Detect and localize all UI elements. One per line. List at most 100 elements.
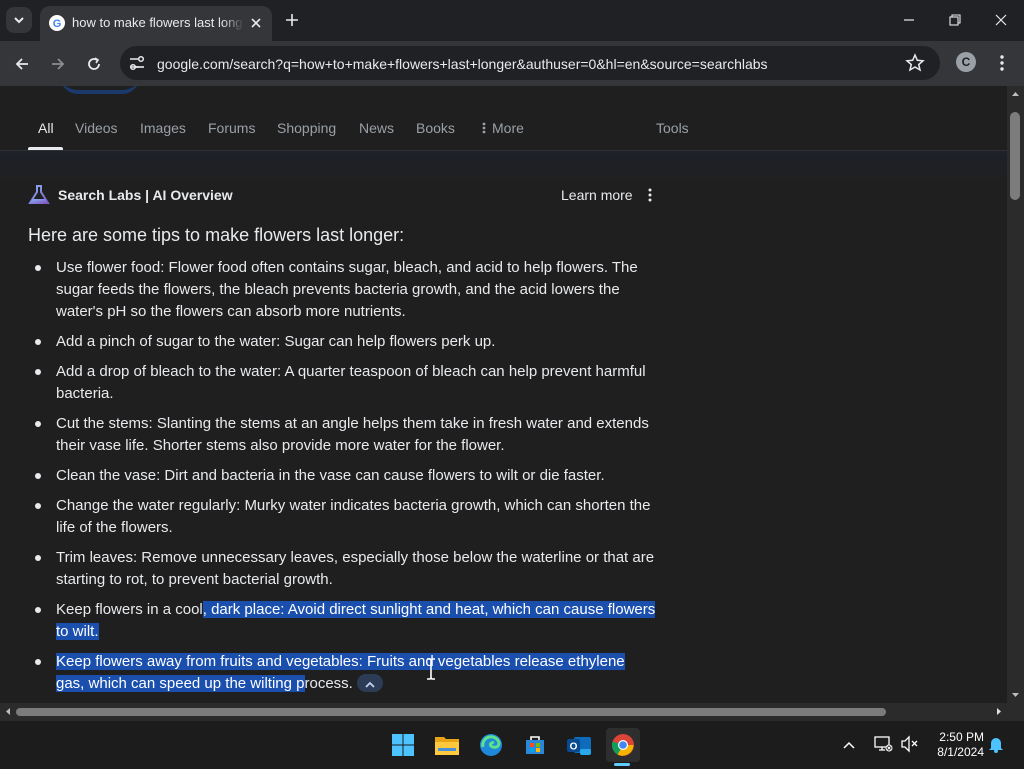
close-icon <box>251 18 261 28</box>
file-explorer-button[interactable] <box>430 728 464 762</box>
tip-item-9: Keep flowers away from fruits and vegeta… <box>35 651 656 695</box>
edge-button[interactable] <box>474 728 508 762</box>
tools-button[interactable]: Tools <box>656 120 689 136</box>
profile-avatar[interactable]: C <box>956 52 976 72</box>
minimize-icon <box>904 19 914 21</box>
chrome-icon <box>611 734 634 756</box>
svg-text:G: G <box>53 18 62 30</box>
learn-more-link[interactable]: Learn more <box>561 187 633 203</box>
notifications-button[interactable] <box>988 735 1006 755</box>
ai-overview-title: Search Labs | AI Overview <box>58 187 233 203</box>
address-bar[interactable]: google.com/search?q=how+to+make+flowers+… <box>120 46 940 80</box>
tip-item-5: Clean the vase: Dirt and bacteria in the… <box>35 465 656 487</box>
tab-news[interactable]: News <box>359 120 394 136</box>
tab-videos[interactable]: Videos <box>75 120 118 136</box>
outlook-button[interactable]: O <box>562 728 596 762</box>
tab-search-button[interactable] <box>6 7 32 33</box>
bullet <box>35 659 41 665</box>
restore-button[interactable] <box>939 6 971 34</box>
search-labs-flask-icon <box>28 185 50 204</box>
back-button[interactable] <box>9 51 35 77</box>
ai-overview-header: Search Labs | AI Overview Learn more <box>28 184 663 206</box>
clock-date: 8/1/2024 <box>937 745 984 759</box>
chrome-menu-button[interactable] <box>992 52 1012 74</box>
bullet <box>35 369 41 375</box>
clock-time: 2:50 PM <box>939 730 984 744</box>
browser-tab[interactable]: G how to make flowers last longer <box>40 6 272 41</box>
text-cursor-icon <box>427 658 435 680</box>
reload-icon <box>88 57 100 70</box>
chevron-up-icon <box>843 741 855 749</box>
network-status-button[interactable] <box>873 735 895 755</box>
tab-all[interactable]: All <box>38 120 54 136</box>
forward-button[interactable] <box>45 51 71 77</box>
file-explorer-icon <box>435 737 459 755</box>
tip-text: Trim leaves: Remove unnecessary leaves, … <box>56 549 655 588</box>
tip-item-7: Trim leaves: Remove unnecessary leaves, … <box>35 547 656 591</box>
bookmark-star-icon[interactable] <box>905 53 925 73</box>
active-app-indicator <box>614 763 630 766</box>
new-tab-button[interactable] <box>281 9 303 31</box>
url-text[interactable]: google.com/search?q=how+to+make+flowers+… <box>157 56 768 72</box>
tab-title-fade <box>222 12 244 34</box>
minimize-button[interactable] <box>893 6 925 34</box>
scroll-left-arrow-icon[interactable] <box>2 703 14 720</box>
vertical-scrollbar[interactable] <box>1007 86 1024 703</box>
more-vertical-icon <box>648 188 652 202</box>
tip-item-8: Keep flowers in a cool, dark place: Avoi… <box>35 599 656 643</box>
network-icon <box>874 736 893 752</box>
microsoft-store-button[interactable] <box>518 728 552 762</box>
vertical-scroll-thumb[interactable] <box>1010 112 1020 200</box>
tab-books[interactable]: Books <box>416 120 455 136</box>
bell-icon <box>989 738 1003 753</box>
tab-images[interactable]: Images <box>140 120 186 136</box>
scroll-up-arrow-icon[interactable] <box>1007 88 1024 100</box>
tip-text: Change the water regularly: Murky water … <box>56 497 651 536</box>
bullet <box>35 555 41 561</box>
tip-text: rocess. <box>304 675 353 692</box>
windows-taskbar: O 2:50 PM 8/1/2024 <box>0 720 1024 769</box>
more-vertical-icon <box>1000 55 1004 71</box>
tip-item-1: Use flower food: Flower food often conta… <box>35 257 656 323</box>
tip-text: Add a drop of bleach to the water: A qua… <box>56 363 646 402</box>
bullet <box>35 265 41 271</box>
close-icon <box>995 14 1007 26</box>
chrome-taskbar-button[interactable] <box>606 728 640 762</box>
google-favicon-icon: G <box>49 15 65 31</box>
start-button[interactable] <box>386 728 420 762</box>
start-icon <box>392 734 414 756</box>
tab-strip: G how to make flowers last longer <box>0 0 1024 41</box>
close-window-button[interactable] <box>985 6 1017 34</box>
tab-shopping[interactable]: Shopping <box>277 120 336 136</box>
active-tab-indicator <box>28 147 63 150</box>
header-shadow <box>0 151 1007 185</box>
ai-overview-menu-button[interactable] <box>644 184 656 206</box>
plus-icon <box>286 14 298 26</box>
page-content: All Videos Images Forums Shopping News B… <box>0 86 1007 703</box>
show-hidden-icons-button[interactable] <box>842 737 860 755</box>
bullet <box>35 607 41 613</box>
tip-text: Cut the stems: Slanting the stems at an … <box>56 415 649 454</box>
volume-button[interactable] <box>900 735 922 755</box>
tab-more[interactable]: More <box>482 120 524 136</box>
scroll-right-arrow-icon[interactable] <box>993 703 1005 720</box>
taskbar-clock[interactable]: 2:50 PM 8/1/2024 <box>928 730 984 760</box>
tip-item-3: Add a drop of bleach to the water: A qua… <box>35 361 656 405</box>
tab-close-button[interactable] <box>246 13 266 33</box>
chevron-down-icon <box>14 17 24 24</box>
scroll-down-arrow-icon[interactable] <box>1007 689 1024 701</box>
edge-icon <box>480 734 502 756</box>
reload-button[interactable] <box>81 51 107 77</box>
horizontal-scrollbar[interactable] <box>0 703 1007 720</box>
horizontal-scroll-thumb[interactable] <box>16 708 886 716</box>
chevron-up-icon <box>365 681 375 688</box>
tab-forums[interactable]: Forums <box>208 120 255 136</box>
bullet <box>35 503 41 509</box>
site-info-icon[interactable] <box>128 54 146 72</box>
svg-text:O: O <box>570 742 578 753</box>
bullet <box>35 339 41 345</box>
collapse-button[interactable] <box>356 674 383 693</box>
tip-item-4: Cut the stems: Slanting the stems at an … <box>35 413 656 457</box>
ai-overview-intro: Here are some tips to make flowers last … <box>28 225 405 245</box>
more-vertical-icon <box>482 122 486 134</box>
